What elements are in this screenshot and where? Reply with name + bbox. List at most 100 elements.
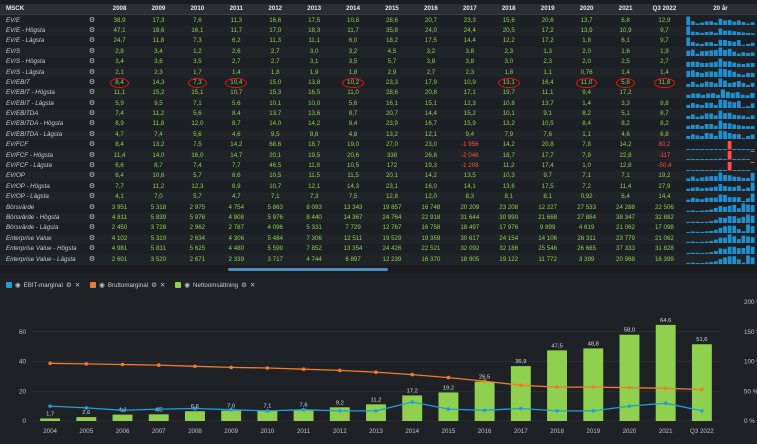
- table-row[interactable]: EV/EBIT - Lägsta ⚙ 5,9 9,5 7,1 5,6 10,1 10,0 5,6…: [0, 98, 757, 109]
- gear-icon[interactable]: ⚙: [84, 140, 101, 151]
- year-header[interactable]: 2009: [138, 4, 178, 16]
- series-point[interactable]: [84, 406, 89, 410]
- year-header[interactable]: 2021: [606, 4, 645, 16]
- table-row[interactable]: EV/FCF - Lägsta ⚙ 6,6 8,7 7,4 7,7 46,5 11,8 10,5…: [0, 160, 757, 172]
- year-header[interactable]: 2008: [100, 4, 139, 16]
- bar[interactable]: [474, 381, 495, 421]
- series-point[interactable]: [482, 379, 487, 383]
- row-label[interactable]: EV/S - Lägsta: [0, 67, 85, 78]
- row-label[interactable]: EV/FCF: [0, 140, 85, 151]
- table-row[interactable]: EV/OP - Lägsta ⚙ 4,1 7,0 5,7 4,7 7,1 7,3 7,5 12,8…: [0, 192, 757, 203]
- bar[interactable]: [655, 324, 676, 421]
- gear-icon[interactable]: ⚙: [84, 119, 101, 130]
- gear-icon[interactable]: ⚙: [84, 129, 101, 141]
- row-label[interactable]: EV/OP: [0, 171, 85, 182]
- row-label[interactable]: EV/EBIT - Lägsta: [0, 98, 85, 109]
- series-point[interactable]: [663, 401, 668, 405]
- year-header[interactable]: 2011: [216, 4, 256, 16]
- table-row[interactable]: EV/S ⚙ 2,8 3,4 1,2 2,6 2,7 3,0 3,2 4,5 3,2 3,8 2,3 1,…: [0, 46, 757, 57]
- series-point[interactable]: [627, 404, 632, 408]
- table-row[interactable]: Börsvärde ⚙ 3 951 5 318 2 975 4 754 5 863 8 093…: [0, 202, 757, 213]
- series-point[interactable]: [265, 366, 270, 370]
- table-row[interactable]: EV/FCF - Högsta ⚙ 11,4 14,0 16,0 14,7 20,1 19,5…: [0, 150, 757, 161]
- table-row[interactable]: Börsvärde - Högsta ⚙ 4 811 5 839 5 976 4 908 5…: [0, 212, 757, 224]
- year-header[interactable]: 2013: [294, 4, 334, 16]
- row-label[interactable]: EV/FCF - Högsta: [0, 150, 85, 161]
- gear-icon[interactable]: ⚙: [84, 192, 101, 203]
- row-label[interactable]: EV/EBIT: [0, 77, 85, 89]
- series-point[interactable]: [156, 363, 161, 367]
- series-point[interactable]: [229, 365, 233, 370]
- gear-icon[interactable]: ⚙: [84, 36, 101, 47]
- series-point[interactable]: [156, 407, 161, 411]
- bar[interactable]: [76, 417, 97, 421]
- table-row[interactable]: EV/OP - Högsta ⚙ 7,7 11,2 12,3 8,9 10,7 12,1 14,…: [0, 181, 757, 193]
- gear-icon[interactable]: ⚙: [84, 14, 101, 26]
- table-row[interactable]: EV/EBITDA - Högsta ⚙ 8,9 11,8 12,0 8,7 14,0 14,…: [0, 119, 757, 130]
- eye-icon[interactable]: ◉: [15, 281, 21, 289]
- row-label[interactable]: EV/FCF - Lägsta: [0, 160, 85, 172]
- row-label[interactable]: Börsvärde - Lägsta: [0, 223, 85, 234]
- row-label[interactable]: EV/OP - Högsta: [0, 181, 85, 193]
- year-header[interactable]: 2015: [372, 4, 412, 16]
- bar[interactable]: [184, 411, 205, 421]
- gear-icon[interactable]: ⚙: [84, 171, 101, 182]
- series-point[interactable]: [555, 409, 559, 413]
- series-point[interactable]: [663, 386, 668, 391]
- table-row[interactable]: EV/EBITDA - Lägsta ⚙ 4,7 7,4 5,6 4,6 9,5 8,6 4,8…: [0, 129, 757, 141]
- series-point[interactable]: [301, 367, 306, 372]
- legend-item[interactable]: ◉ Bruttomarginal ⚙ ✕: [90, 281, 165, 289]
- gear-icon[interactable]: ⚙: [151, 281, 157, 289]
- table-row[interactable]: EV/S - Lägsta ⚙ 2,1 2,3 1,7 1,4 1,8 1,9 1,8 2,9 2,…: [0, 67, 757, 78]
- table-row[interactable]: Enterprise Value ⚙ 4 102 5 310 2 634 4 306 5 4…: [0, 233, 757, 244]
- eye-icon[interactable]: ◉: [99, 281, 105, 289]
- series-point[interactable]: [482, 408, 487, 413]
- year-header[interactable]: 2019: [528, 4, 568, 16]
- gear-icon[interactable]: ⚙: [84, 254, 101, 265]
- gear-icon[interactable]: ⚙: [84, 212, 101, 224]
- gear-icon[interactable]: ⚙: [84, 181, 101, 193]
- year-header[interactable]: Q3 2022: [644, 4, 684, 16]
- year-header[interactable]: 2017: [450, 4, 490, 16]
- year-header[interactable]: 2014: [333, 4, 373, 16]
- row-label[interactable]: EV/E - Högsta: [0, 25, 85, 37]
- series-point[interactable]: [374, 370, 378, 375]
- row-label[interactable]: EV/S - Högsta: [0, 56, 85, 68]
- bar[interactable]: [221, 410, 242, 421]
- bar[interactable]: [619, 334, 640, 421]
- series-point[interactable]: [374, 409, 378, 413]
- gear-icon[interactable]: ⚙: [84, 88, 101, 99]
- series-point[interactable]: [591, 409, 596, 413]
- series-point[interactable]: [337, 409, 342, 413]
- bar[interactable]: [402, 395, 423, 421]
- row-label[interactable]: EV/EBITDA - Lägsta: [0, 129, 85, 141]
- series-point[interactable]: [519, 383, 523, 388]
- gear-icon[interactable]: ⚙: [84, 243, 101, 255]
- series-point[interactable]: [519, 406, 523, 411]
- series-point[interactable]: [229, 407, 233, 412]
- table-row[interactable]: EV/OP ⚙ 6,4 10,6 5,7 8,6 10,5 11,5 11,5 20,1 14,2 1…: [0, 171, 757, 182]
- series-point[interactable]: [591, 385, 596, 389]
- series-point[interactable]: [410, 372, 415, 377]
- series-point[interactable]: [193, 364, 197, 369]
- bar[interactable]: [510, 366, 531, 421]
- row-label[interactable]: Enterprise Value: [0, 233, 85, 244]
- gear-icon[interactable]: ⚙: [84, 108, 101, 120]
- eye-icon[interactable]: ◉: [184, 281, 190, 289]
- close-icon[interactable]: ✕: [75, 281, 80, 289]
- row-label[interactable]: Börsvärde: [0, 202, 85, 213]
- series-point[interactable]: [120, 408, 125, 413]
- series-point[interactable]: [446, 375, 451, 380]
- table-row[interactable]: EV/EBIT ⚙ 8,4 14,3 7,3 10,4 15,0 13,8 10,2 23,3 17…: [0, 77, 757, 89]
- series-point[interactable]: [120, 362, 125, 367]
- series-point[interactable]: [700, 409, 704, 413]
- row-label[interactable]: Enterprise Value - Högsta: [0, 243, 85, 255]
- table-row[interactable]: EV/S - Högsta ⚙ 3,4 3,6 3,5 2,7 2,7 3,1 3,5 5,7 3,…: [0, 56, 757, 68]
- series-point[interactable]: [301, 407, 306, 412]
- year-header[interactable]: 2020: [567, 4, 607, 16]
- year-header[interactable]: 2012: [255, 4, 295, 16]
- year-header[interactable]: 2010: [177, 4, 217, 16]
- bar[interactable]: [438, 392, 459, 421]
- gear-icon[interactable]: ⚙: [84, 56, 101, 68]
- year-header[interactable]: 2018: [489, 4, 529, 16]
